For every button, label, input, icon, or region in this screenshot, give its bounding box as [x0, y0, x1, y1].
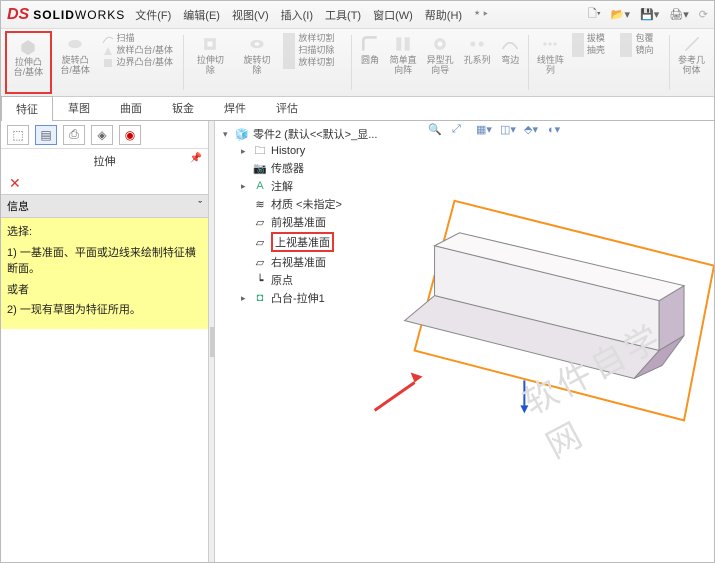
sweep-button[interactable]: 扫描: [102, 33, 135, 45]
logo-ds: DS: [7, 6, 29, 24]
tab-evaluate[interactable]: 评估: [261, 95, 313, 120]
menu-bar: 文件(F) 编辑(E) 视图(V) 插入(I) 工具(T) 窗口(W) 帮助(H…: [135, 7, 488, 23]
loft-button[interactable]: 放样凸台/基体: [102, 45, 174, 57]
tab-surfaces[interactable]: 曲面: [105, 95, 157, 120]
content-area: ⬚ ▤ ⎙ ◈ ◉ 拉伸 📌 ✕ 信息ˇ 选择: 1) 一基准面、平面或边线来绘…: [1, 121, 714, 562]
shell-button[interactable]: 抽壳: [572, 45, 605, 57]
sweep-loft-group: 扫描 放样凸台/基体 边界凸台/基体: [99, 31, 181, 94]
revolve-boss-button[interactable]: 旋转凸台/基体: [52, 31, 99, 94]
open-icon[interactable]: 📂▾: [611, 8, 630, 21]
pm-tab-config-icon[interactable]: ⎙: [63, 125, 85, 145]
menu-expand-icon[interactable]: ⭑ ▸: [474, 7, 488, 23]
menu-tools[interactable]: 工具(T): [325, 7, 361, 23]
boundary-button[interactable]: 边界凸台/基体: [102, 57, 174, 69]
quick-access-toolbar: 🗋▾ 📂▾ 💾▾ 🖨▾ ⟳: [588, 5, 708, 24]
command-ribbon: 拉伸凸台/基体 旋转凸台/基体 扫描 放样凸台/基体 边界凸台/基体 拉伸切除 …: [1, 29, 714, 97]
graphics-viewport[interactable]: 🔍 ⤢ ▦▾ ◫▾ ⬘▾ ◐▾ ▾🧊零件2 (默认<<默认>_显... ▸🗀Hi…: [215, 121, 714, 562]
new-icon[interactable]: 🗋▾: [588, 5, 601, 24]
pm-tab-feature-tree-icon[interactable]: ⬚: [7, 125, 29, 145]
mirror-button[interactable]: 镜向: [620, 45, 653, 57]
menu-edit[interactable]: 编辑(E): [183, 7, 220, 23]
loft-cut-button[interactable]: 放样切割: [283, 33, 334, 45]
boundary-cut-button[interactable]: 放样切割: [283, 57, 334, 69]
pin-icon[interactable]: 📌: [190, 153, 202, 164]
info-header[interactable]: 信息ˇ: [1, 194, 208, 218]
rib-button[interactable]: 简单直向阵: [385, 31, 422, 94]
cut-revolve-button[interactable]: 旋转切除: [234, 31, 281, 94]
pm-title: 拉伸 📌: [1, 149, 208, 173]
logo-text: SOLIDWORKS: [33, 8, 125, 22]
model-canvas: [215, 121, 714, 560]
property-manager: ⬚ ▤ ⎙ ◈ ◉ 拉伸 📌 ✕ 信息ˇ 选择: 1) 一基准面、平面或边线来绘…: [1, 121, 209, 562]
menu-insert[interactable]: 插入(I): [281, 7, 313, 23]
tab-sheetmetal[interactable]: 钣金: [157, 95, 209, 120]
select-label: 选择:: [7, 224, 202, 241]
pm-tab-appearance-icon[interactable]: ◉: [119, 125, 141, 145]
tab-features[interactable]: 特征: [1, 96, 53, 121]
pm-tab-property-icon[interactable]: ▤: [35, 125, 57, 145]
menu-help[interactable]: 帮助(H): [425, 7, 462, 23]
sweep-cut-button[interactable]: 扫描切除: [283, 45, 334, 57]
curve-button[interactable]: 弯边: [496, 31, 525, 94]
save-icon[interactable]: 💾▾: [640, 8, 659, 21]
linear-pattern-button[interactable]: 线性阵列: [532, 31, 569, 94]
info-line-2: 2) 一现有草图为特征所用。: [7, 302, 202, 319]
collapse-icon[interactable]: ˇ: [198, 200, 202, 212]
wrap-mirror-group: 包覆 镜向: [617, 31, 666, 94]
draft-shell-group: 拔模 抽壳: [569, 31, 618, 94]
menu-view[interactable]: 视图(V): [232, 7, 269, 23]
tab-sketch[interactable]: 草图: [53, 95, 105, 120]
menu-file[interactable]: 文件(F): [135, 7, 171, 23]
pm-tab-row: ⬚ ▤ ⎙ ◈ ◉: [1, 121, 208, 149]
cut-group: 放样切割 扫描切除 放样切割: [280, 31, 348, 94]
info-or: 或者: [7, 282, 202, 299]
tab-weldments[interactable]: 焊件: [209, 95, 261, 120]
info-line-1: 1) 一基准面、平面或边线来绘制特征横断面。: [7, 245, 202, 278]
extrude-boss-button[interactable]: 拉伸凸台/基体: [5, 31, 52, 94]
feature-tabs: 特征 草图 曲面 钣金 焊件 评估: [1, 97, 714, 121]
ref-geometry-button[interactable]: 参考几何体: [673, 31, 710, 94]
wrap-button[interactable]: 包覆: [620, 33, 653, 45]
title-bar: DS SOLIDWORKS 文件(F) 编辑(E) 视图(V) 插入(I) 工具…: [1, 1, 714, 29]
cancel-button[interactable]: ✕: [1, 173, 208, 194]
draft-button[interactable]: 拔模: [572, 33, 605, 45]
info-body: 选择: 1) 一基准面、平面或边线来绘制特征横断面。 或者 2) 一现有草图为特…: [1, 218, 208, 329]
fillet-button[interactable]: 圆角: [355, 31, 384, 94]
hole-series-button[interactable]: 孔系列: [459, 31, 496, 94]
hole-wizard-button[interactable]: 异型孔向导: [422, 31, 459, 94]
print-icon[interactable]: 🖨▾: [669, 8, 689, 21]
pm-tab-dim-icon[interactable]: ◈: [91, 125, 113, 145]
menu-window[interactable]: 窗口(W): [373, 7, 413, 23]
cut-extrude-button[interactable]: 拉伸切除: [187, 31, 234, 94]
rebuild-icon[interactable]: ⟳: [699, 8, 708, 21]
